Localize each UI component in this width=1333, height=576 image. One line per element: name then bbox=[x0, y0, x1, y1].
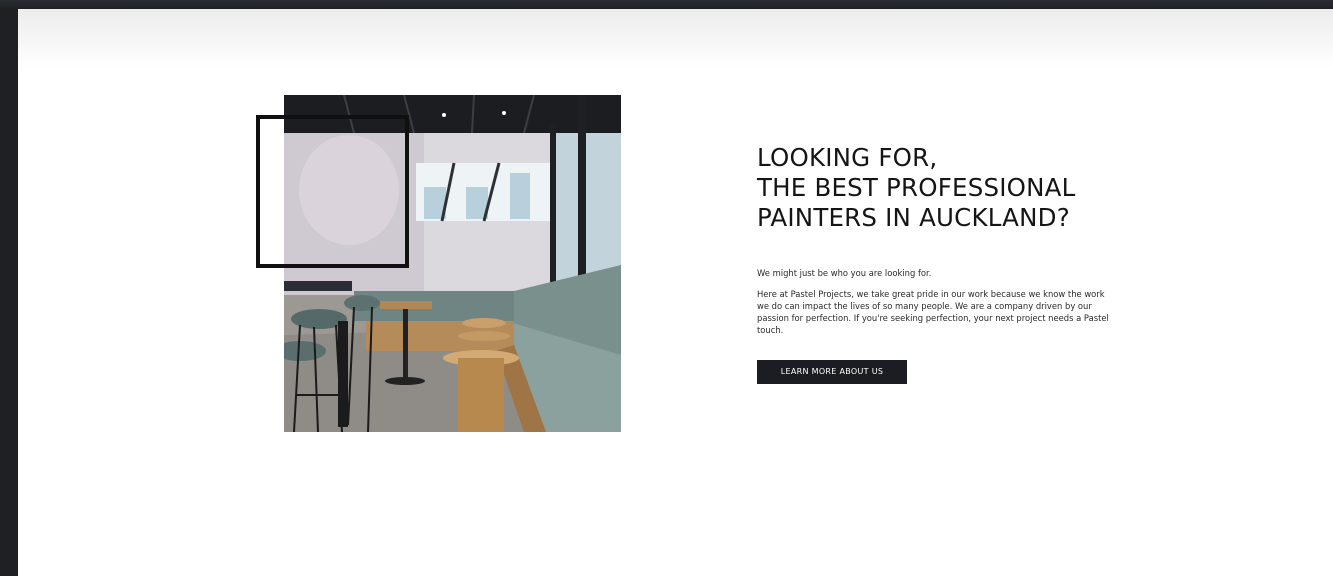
learn-more-button[interactable]: LEARN MORE ABOUT US bbox=[757, 360, 907, 384]
heading-line-1: LOOKING FOR, bbox=[757, 143, 938, 172]
header-shadow bbox=[18, 9, 1333, 69]
about-content: LOOKING FOR, THE BEST PROFESSIONAL PAINT… bbox=[757, 143, 1117, 384]
heading-line-2: THE BEST PROFESSIONAL bbox=[757, 173, 1076, 202]
decorative-frame-outline bbox=[256, 115, 409, 268]
page-content: LOOKING FOR, THE BEST PROFESSIONAL PAINT… bbox=[18, 9, 1333, 576]
body-paragraph: Here at Pastel Projects, we take great p… bbox=[757, 289, 1109, 335]
browser-window: LOOKING FOR, THE BEST PROFESSIONAL PAINT… bbox=[0, 0, 1333, 576]
heading-line-3: PAINTERS IN AUCKLAND? bbox=[757, 203, 1070, 232]
section-heading: LOOKING FOR, THE BEST PROFESSIONAL PAINT… bbox=[757, 143, 1117, 233]
intro-text: We might just be who you are looking for… bbox=[757, 268, 932, 278]
